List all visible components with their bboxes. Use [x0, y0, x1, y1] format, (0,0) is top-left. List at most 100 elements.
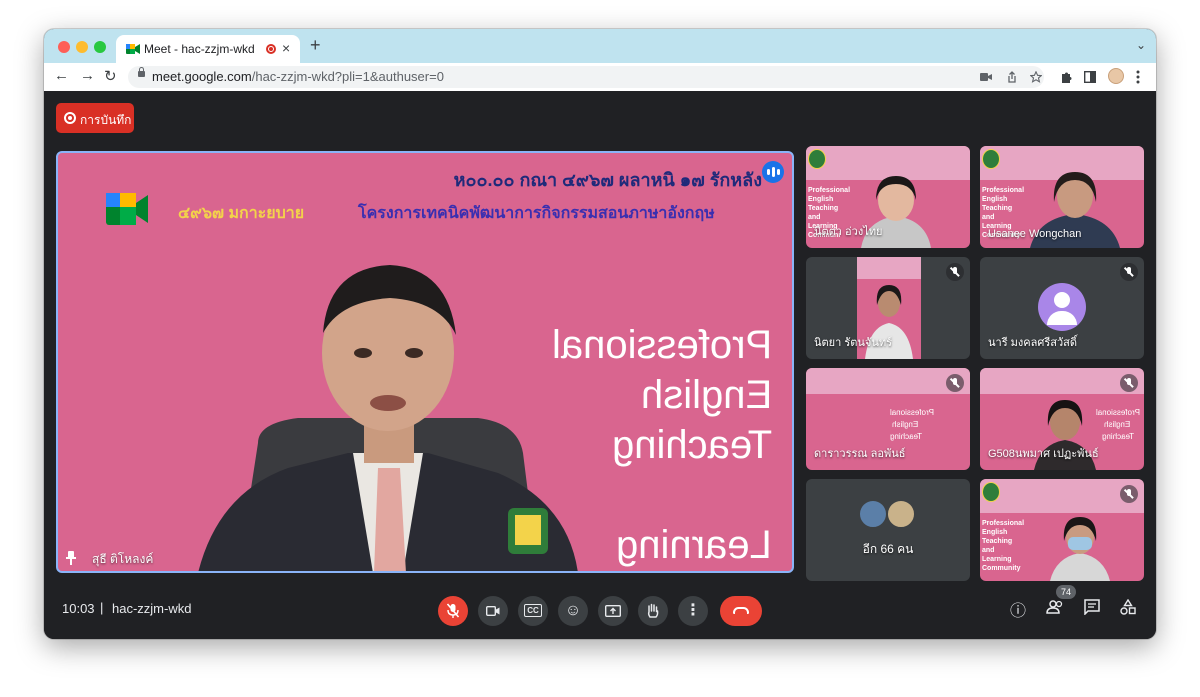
slide-line: Teaching — [982, 205, 1013, 212]
slide-mirror-text-3: Teaching — [611, 423, 772, 467]
url-text: meet.google.com/hac-zzjm-wkd?pli=1&authu… — [152, 69, 444, 84]
participant-tile[interactable]: นิตยา รัตนจันทร์ — [806, 257, 970, 359]
captions-button[interactable]: CC — [518, 596, 548, 626]
profile-avatar[interactable] — [1108, 68, 1124, 84]
more-icon: ⋮ — [685, 602, 701, 619]
speaker-video — [198, 265, 578, 571]
slide-mirror-text: English — [891, 420, 918, 429]
star-icon[interactable] — [1030, 71, 1042, 83]
camera-icon[interactable] — [980, 72, 992, 82]
speaking-indicator-icon — [762, 161, 784, 183]
slide-mirror-text: Teaching — [889, 432, 922, 441]
captions-icon: CC — [524, 604, 542, 617]
tab-meet[interactable]: Meet - hac-zzjm-wkd × — [116, 35, 300, 63]
meeting-code: hac-zzjm-wkd — [112, 601, 192, 616]
participant-tile[interactable]: Professional English Teaching and Learni… — [980, 146, 1144, 248]
meeting-details-icon[interactable]: ⓘ — [1010, 597, 1026, 621]
mic-off-icon — [446, 603, 460, 618]
pin-icon[interactable] — [66, 551, 76, 565]
menu-icon[interactable] — [1136, 70, 1140, 84]
main-speaker-name: สุธี ติโหลงค์ — [92, 552, 154, 566]
emoji-button[interactable]: ☺ — [558, 596, 588, 626]
slide-line: English — [808, 196, 834, 203]
tab-strip: Meet - hac-zzjm-wkd × + ⌄ — [44, 29, 1156, 63]
participant-tile[interactable]: Professional English Teaching and Learni… — [806, 146, 970, 248]
minimize-window-button[interactable] — [76, 41, 88, 53]
reload-icon[interactable]: ↻ — [104, 67, 117, 85]
mic-toggle-button[interactable] — [438, 596, 468, 626]
recording-button[interactable]: การบันทึก — [56, 103, 134, 133]
slide-line: Learning — [982, 556, 1012, 563]
slide-line: Community — [982, 565, 1021, 572]
muted-icon — [946, 374, 964, 392]
slide-mirror-text: Professional — [889, 408, 934, 417]
new-tab-button[interactable]: + — [310, 35, 321, 56]
chat-icon[interactable] — [1084, 599, 1100, 615]
leave-call-button[interactable] — [720, 596, 762, 626]
browser-toolbar: ← → ↻ meet.google.com/hac-zzjm-wkd?pli=1… — [44, 63, 1156, 92]
extensions-icon[interactable] — [1060, 71, 1073, 84]
participant-count-badge: 74 — [1056, 585, 1076, 599]
forward-icon[interactable]: → — [80, 67, 95, 84]
camera-toggle-button[interactable] — [478, 596, 508, 626]
others-tile[interactable]: อีก 66 คน — [806, 479, 970, 581]
participant-name: ดาราวรรณ ลอพันธ์ — [814, 448, 906, 460]
participant-name: นิตยา รัตนจันทร์ — [814, 337, 893, 349]
present-button[interactable] — [598, 596, 628, 626]
slide-mirror-text: Professional — [1095, 408, 1140, 417]
separator: | — [100, 600, 104, 615]
back-icon[interactable]: ← — [54, 67, 69, 84]
tab-search-icon[interactable]: ⌄ — [1136, 38, 1146, 52]
slide-banner-line2: ๔๙๖๗ มกาะยบาย — [178, 205, 305, 222]
address-bar[interactable]: meet.google.com/hac-zzjm-wkd?pli=1&authu… — [128, 66, 1044, 88]
participant-tile[interactable]: Professional English Teaching ดาราวรรณ ล… — [806, 368, 970, 470]
others-avatar — [858, 499, 888, 529]
slide-mirror-text-4: Learning — [616, 523, 772, 567]
participant-tile[interactable]: Professional English Teaching and Learni… — [980, 479, 1144, 581]
lock-icon[interactable] — [138, 67, 145, 77]
meeting-controls-bar: 10:03 | hac-zzjm-wkd CC ☺ ⋮ ⓘ 74 — [44, 573, 1156, 639]
muted-icon — [1120, 374, 1138, 392]
participant-name: Usanee Wongchan — [988, 228, 1082, 240]
activities-icon[interactable] — [1120, 599, 1136, 615]
more-options-button[interactable]: ⋮ — [678, 596, 708, 626]
slide-text: Professional English Teaching and Learni… — [982, 519, 1024, 573]
meet-stage: การบันทึก ห๐๐.๐๐ กณา ๔๙๖๗ ผลาหนิ ๑๗ รักห… — [44, 91, 1156, 639]
url-host: meet.google.com — [152, 69, 252, 84]
school-seal-icon — [982, 482, 1000, 502]
sidepanel-icon[interactable] — [1084, 71, 1096, 83]
slide-line: English — [982, 529, 1008, 536]
others-count: อีก 66 คน — [862, 542, 914, 556]
participant-name: นารี มงคลศรีสวัสดิ์ — [988, 337, 1078, 349]
participant-tile[interactable]: นารี มงคลศรีสวัสดิ์ — [980, 257, 1144, 359]
tab-close-icon[interactable]: × — [282, 40, 290, 56]
tab-title: Meet - hac-zzjm-wkd — [144, 42, 255, 56]
slide-mirror-text: English — [1103, 420, 1130, 429]
close-window-button[interactable] — [58, 41, 70, 53]
raise-hand-button[interactable] — [638, 596, 668, 626]
main-speaker-tile[interactable]: ห๐๐.๐๐ กณา ๔๙๖๗ ผลาหนิ ๑๗ รักหลัง ๔๙๖๗ ม… — [56, 151, 794, 573]
meet-favicon-icon — [126, 44, 140, 54]
school-seal-icon — [982, 149, 1000, 169]
camera-icon — [485, 605, 500, 617]
participant-video — [1050, 517, 1110, 581]
share-icon[interactable] — [1006, 71, 1018, 83]
hand-icon — [647, 603, 659, 618]
meeting-time: 10:03 — [62, 601, 95, 616]
people-icon[interactable] — [1046, 600, 1064, 614]
slide-mirror-text: Teaching — [1101, 432, 1134, 441]
slide-line: and — [808, 214, 821, 221]
participant-name: นิตตา อ่วงไทย — [814, 226, 883, 238]
meet-logo-icon — [106, 193, 148, 225]
slide-line: English — [982, 196, 1008, 203]
slide-banner-line3: โครงการเทคนิคพัฒนาการกิจกรรมสอนภาษาอังกฤ… — [358, 205, 715, 222]
slide-line: and — [982, 214, 995, 221]
school-seal-icon — [808, 149, 826, 169]
muted-icon — [1120, 263, 1138, 281]
others-avatar — [886, 499, 916, 529]
slide-line: Teaching — [982, 538, 1013, 545]
maximize-window-button[interactable] — [94, 41, 106, 53]
slide-mirror-text-2: English — [640, 373, 772, 417]
participant-tile[interactable]: Professional English Teaching G508นพมาศ … — [980, 368, 1144, 470]
emoji-icon: ☺ — [564, 602, 582, 619]
